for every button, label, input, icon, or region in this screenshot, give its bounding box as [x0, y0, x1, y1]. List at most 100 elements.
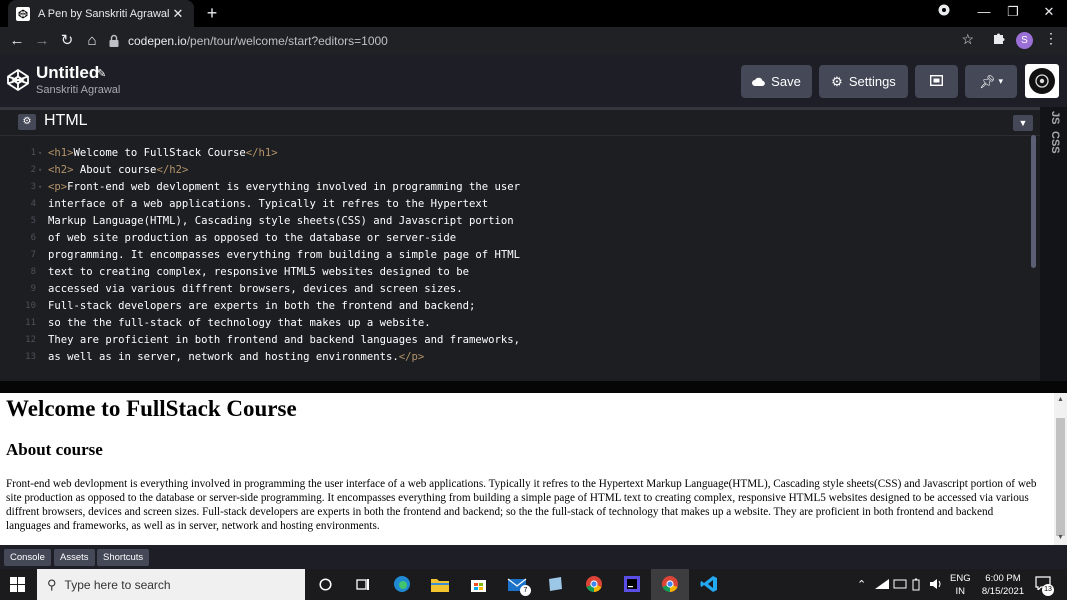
code-text: <h1>Welcome to FullStack Course</h1>: [48, 145, 278, 162]
taskbar-search-input[interactable]: ⚲ Type here to search: [37, 569, 305, 600]
text-token: Markup Language(HTML), Cascading style s…: [48, 215, 514, 227]
jetbrains-ide-icon[interactable]: [620, 573, 644, 595]
code-text: They are proficient in both frontend and…: [48, 332, 520, 349]
browser-menu-icon[interactable]: ⋮: [1044, 30, 1058, 47]
save-button[interactable]: Save: [741, 65, 812, 98]
codepen-favicon-icon: [16, 6, 30, 21]
fold-arrow-icon[interactable]: ▾: [38, 145, 42, 162]
html-tag-token: <h1>: [48, 147, 74, 159]
code-line[interactable]: 12 They are proficient in both frontend a…: [0, 332, 1030, 349]
code-line[interactable]: 3 ▾ <p>Front-end web devlopment is everyth…: [0, 179, 1030, 196]
codepen-logo-icon[interactable]: [6, 68, 30, 92]
code-editor[interactable]: 1 ▾ <h1>Welcome to FullStack Course</h1> 2 ▾…: [0, 135, 1040, 392]
user-avatar[interactable]: [1025, 64, 1059, 98]
task-view-icon[interactable]: [351, 573, 375, 595]
tab-close-icon[interactable]: ✕: [170, 6, 186, 22]
url-path: /pen/tour/welcome/start?editors=1000: [186, 34, 388, 48]
back-arrow-icon[interactable]: ←: [7, 31, 27, 51]
restore-icon[interactable]: ❐: [999, 4, 1027, 20]
edit-title-pencil-icon[interactable]: ✎: [97, 67, 106, 80]
reload-icon[interactable]: ↻: [57, 31, 77, 51]
pen-title[interactable]: Untitled: [36, 63, 99, 83]
line-number: 7: [30, 250, 36, 260]
scroll-up-arrow-icon[interactable]: ▲: [1057, 395, 1064, 403]
new-tab-button[interactable]: +: [201, 3, 223, 24]
media-control-icon[interactable]: [930, 4, 958, 19]
code-text: so the the full-stack of technology that…: [48, 315, 431, 332]
chevron-down-icon: ▾: [998, 76, 1004, 86]
change-view-button[interactable]: [915, 65, 958, 98]
fold-arrow-icon[interactable]: ▾: [38, 162, 42, 179]
browser-tab-strip: A Pen by Sanskriti Agrawal ✕ + — ❐ ✕: [0, 0, 1067, 27]
editor-settings-gear-icon[interactable]: ⚙: [18, 114, 36, 130]
code-line[interactable]: 11 so the the full-stack of technology th…: [0, 315, 1030, 332]
js-editor-tab[interactable]: JS: [1049, 111, 1061, 124]
language-indicator[interactable]: ENG IN: [950, 572, 971, 598]
network-icon[interactable]: [874, 578, 890, 593]
windows-start-icon[interactable]: [10, 577, 25, 592]
code-line[interactable]: 6 of web site production as opposed to th…: [0, 230, 1030, 247]
preview-scroll-thumb[interactable]: [1056, 418, 1065, 536]
vscode-icon[interactable]: [697, 573, 721, 595]
profile-avatar[interactable]: S: [1016, 32, 1033, 49]
settings-label: Settings: [848, 74, 896, 89]
browser-tab[interactable]: A Pen by Sanskriti Agrawal ✕: [8, 0, 194, 27]
taskbar-clock[interactable]: 6:00 PM 8/15/2021: [977, 572, 1029, 598]
code-line[interactable]: 10 Full-stack developers are experts in b…: [0, 298, 1030, 315]
code-line[interactable]: 4 interface of a web applications. Typica…: [0, 196, 1030, 213]
console-button[interactable]: Console: [4, 549, 51, 566]
show-hidden-icons-chevron-icon[interactable]: ⌃: [857, 578, 866, 591]
code-line[interactable]: 5 Markup Language(HTML), Cascading style …: [0, 213, 1030, 230]
text-token: as well as in server, network and hostin…: [48, 351, 399, 363]
code-line[interactable]: 9 accessed via various diffrent browsers,…: [0, 281, 1030, 298]
forward-arrow-icon[interactable]: →: [32, 31, 52, 51]
code-line[interactable]: 2 ▾ <h2> About course</h2>: [0, 162, 1030, 179]
code-line[interactable]: 1 ▾ <h1>Welcome to FullStack Course</h1>: [0, 145, 1030, 162]
cloud-icon: [752, 74, 766, 89]
text-token: Front-end web devlopment is everything i…: [67, 181, 520, 193]
html-tag-token: <p>: [48, 181, 68, 193]
bookmark-star-icon[interactable]: ☆: [961, 31, 974, 48]
editor-collapse-chevron-icon[interactable]: ▼: [1013, 115, 1033, 131]
line-number: 5: [30, 216, 36, 226]
layout-view-icon: [929, 74, 944, 89]
editor-scrollbar[interactable]: [1031, 135, 1036, 268]
settings-button[interactable]: ⚙ Settings: [819, 65, 908, 98]
url-host: codepen.io: [128, 34, 187, 48]
fold-arrow-icon[interactable]: ▾: [38, 179, 42, 196]
pen-author[interactable]: Sanskriti Agrawal: [36, 84, 120, 96]
code-line[interactable]: 7 programming. It encompasses everything …: [0, 247, 1030, 264]
mail-icon[interactable]: 7: [505, 573, 531, 596]
volume-icon[interactable]: [929, 578, 943, 593]
chrome-icon[interactable]: [582, 573, 606, 595]
text-token: interface of a web applications. Typical…: [48, 198, 489, 210]
edge-browser-icon[interactable]: [390, 573, 414, 595]
scroll-down-arrow-icon[interactable]: ▼: [1057, 533, 1064, 541]
code-line[interactable]: 8 text to creating complex, responsive HT…: [0, 264, 1030, 281]
gear-icon: ⚙: [831, 73, 843, 89]
windows-taskbar: ⚲ Type here to search 7 ⌃ ENG IN 6:00 PM…: [0, 569, 1067, 600]
code-line[interactable]: 13 as well as in server, network and host…: [0, 349, 1030, 366]
code-text: programming. It encompasses everything f…: [48, 247, 520, 264]
address-bar[interactable]: codepen.io/pen/tour/welcome/start?editor…: [108, 29, 984, 53]
lang-line-2: IN: [955, 586, 966, 597]
assets-button[interactable]: Assets: [54, 549, 95, 566]
home-icon[interactable]: ⌂: [82, 31, 102, 51]
css-editor-tab[interactable]: CSS: [1049, 131, 1061, 154]
preview-resizer[interactable]: [0, 381, 1067, 393]
minimize-icon[interactable]: —: [970, 4, 998, 19]
preview-scrollbar[interactable]: ▲ ▼: [1054, 393, 1067, 545]
file-explorer-icon[interactable]: [428, 573, 452, 595]
pin-menu-button[interactable]: 📌︎ ▾: [965, 65, 1017, 98]
microsoft-store-icon[interactable]: [466, 573, 490, 595]
input-indicator-icon[interactable]: [893, 578, 907, 593]
cortana-icon[interactable]: [313, 573, 337, 595]
lang-line-1: ENG: [950, 573, 971, 584]
window-close-icon[interactable]: ✕: [1035, 4, 1063, 20]
save-label: Save: [771, 74, 801, 89]
sticky-notes-icon[interactable]: [543, 573, 567, 595]
shortcuts-button[interactable]: Shortcuts: [97, 549, 150, 566]
battery-icon[interactable]: [912, 578, 920, 594]
chrome-active-icon[interactable]: [658, 573, 682, 595]
extensions-puzzle-icon[interactable]: [992, 31, 1008, 49]
